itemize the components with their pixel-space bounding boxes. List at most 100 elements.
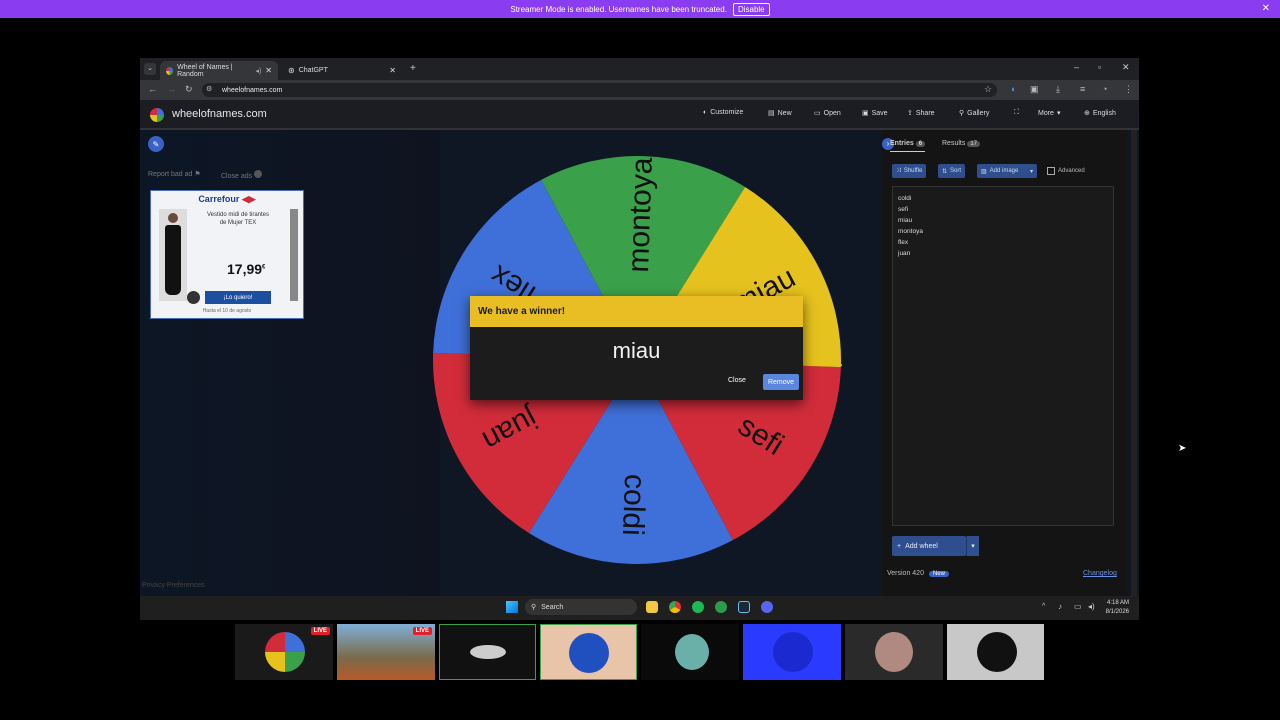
close-window-icon[interactable]: ✕ [1122,62,1130,73]
volume-icon[interactable]: ◂) [1088,602,1095,611]
taskbar-clock[interactable]: 4:18 AM 8/1/2026 [1106,599,1129,617]
tab-chatgpt[interactable]: ⊛ ChatGPT ✕ [282,61,402,80]
sort-label: Sort [950,168,962,174]
reload-icon[interactable]: ↻ [185,84,193,95]
site-header: wheelofnames.com ◐ Customize ▤ New ▭ Open ▣… [140,100,1139,130]
site-info-icon[interactable]: ⚙ [206,85,212,93]
advanced-checkbox[interactable]: Advanced [1047,167,1085,175]
tab-title: Wheel of Names | Random [177,63,233,78]
stream-thumbnail[interactable] [845,624,943,680]
clock-date: 8/1/2026 [1105,609,1129,615]
menu-gallery[interactable]: ⚲ Gallery [959,109,990,118]
file-explorer-icon[interactable] [646,601,658,613]
shuffle-icon: ⤨ [896,167,901,174]
stream-thumbnail[interactable] [743,624,841,680]
carrefour-logo-icon: ◀▶ [241,194,256,204]
windows-start-icon[interactable] [506,601,518,613]
ad-product-name: Vestido midi de tirantes de Mujer TEX [206,212,270,226]
add-wheel-dropdown-icon[interactable]: ▾ [966,536,979,556]
spotify-icon[interactable] [692,601,704,613]
url-field[interactable]: wheelofnames.com [202,83,997,97]
close-tab-icon[interactable]: ✕ [389,66,396,75]
ad-cta-button[interactable]: ¡Lo quiero! [205,291,271,304]
fullscreen-icon[interactable]: ⛶ [1014,109,1019,117]
restore-icon[interactable]: ▫ [1098,62,1101,72]
discord-icon[interactable] [761,601,773,613]
advertisement[interactable]: Carrefour ◀▶ Vestido midi de tirantes de… [150,190,304,319]
close-button[interactable]: Close [728,377,746,384]
forward-icon[interactable]: → [167,84,176,94]
avatar [470,645,506,659]
search-icon: ⚲ [959,110,965,117]
chrome-icon[interactable] [669,601,681,613]
winner-name: miau [612,338,661,363]
extensions-icon[interactable]: ▣ [1030,84,1039,95]
remove-button[interactable]: Remove [763,374,799,390]
url-text: wheelofnames.com [222,86,283,94]
stream-thumbnail[interactable] [641,624,739,680]
taskbar-search[interactable]: ⚲ Search [525,599,637,615]
profile-icon[interactable]: ◔ [1102,84,1107,94]
minimize-icon[interactable]: – [1074,62,1079,72]
disable-button[interactable]: Disable [732,2,770,16]
download-icon[interactable]: ⤓ [1056,84,1060,95]
add-image-button[interactable]: ▨ Add image ▾ [977,164,1037,178]
tray-chevron-icon[interactable]: ^ [1042,603,1045,610]
privacy-preferences-link[interactable]: Privacy Preferences [142,582,205,589]
network-icon[interactable]: ▭ [1074,602,1082,611]
speaker-icon[interactable]: ◂) [255,67,261,75]
live-badge: LIVE [412,627,432,635]
changelog-link[interactable]: Changelog [1083,570,1117,577]
menu-new[interactable]: ▤ New [768,109,792,118]
tab-results[interactable]: Results 17 [942,140,981,147]
entries-textarea[interactable]: coldi sefi miau montoya flex juan [892,186,1114,526]
extension-audio-icon[interactable]: ◖ [1010,84,1015,94]
menu-save[interactable]: ▣ Save [862,109,888,118]
ad-brand-text: Carrefour [198,194,240,204]
add-wheel-button[interactable]: + Add wheel [892,536,966,556]
stream-thumbnail[interactable] [540,624,637,680]
close-icon[interactable]: ✕ [1262,3,1270,14]
add-wheel-label: Add wheel [905,542,938,550]
results-count-badge: 17 [967,141,981,147]
microphone-icon[interactable]: ♪ [1058,602,1062,611]
stream-thumbnail[interactable]: LIVE [235,624,333,680]
menu-customize[interactable]: ◐ Customize [703,109,743,116]
site-name[interactable]: wheelofnames.com [172,108,267,120]
ad-scrollbar[interactable] [290,209,298,301]
avatar [675,634,709,670]
menu-more[interactable]: More ▾ [1038,109,1060,118]
back-icon[interactable]: ← [148,84,157,94]
menu-label: Gallery [967,109,990,117]
left-ad-column: ✎ Report bad ad ⚑ Close ads Carrefour ◀▶… [140,130,440,596]
close-ads-link[interactable]: Close ads [221,170,263,180]
palette-icon: ◐ [703,109,708,116]
tab-search-icon[interactable]: ⌄ [144,63,156,75]
version-label: Version 420 [887,570,924,577]
new-tab-icon[interactable]: + [410,63,416,74]
save-icon: ▣ [862,110,869,117]
live-badge: LIVE [310,627,330,635]
reading-list-icon[interactable]: ≡ [1080,84,1085,94]
tab-wheel-of-names[interactable]: Wheel of Names | Random ◂) ✕ [160,61,278,80]
shuffle-button[interactable]: ⤨ Shuffle [892,164,927,178]
edit-pencil-icon[interactable]: ✎ [148,136,164,152]
sort-icon: ⇅ [942,168,948,175]
menu-open[interactable]: ▭ Open [814,109,841,118]
shuffle-label: Shuffle [903,168,923,174]
xbox-icon[interactable] [715,601,727,613]
stream-thumbnail[interactable] [439,624,536,680]
report-bad-ad-link[interactable]: Report bad ad ⚑ [148,170,201,178]
steam-icon[interactable] [738,601,750,613]
menu-share[interactable]: ⇪ Share [907,109,935,118]
bookmark-star-icon[interactable]: ☆ [984,84,992,95]
stream-thumbnail[interactable]: LIVE [337,624,435,680]
page-scrollbar[interactable] [1131,130,1137,596]
tab-entries[interactable]: Entries 6 [890,140,926,152]
stream-thumbnail[interactable] [947,624,1044,680]
browser-menu-icon[interactable]: ⋮ [1124,84,1133,95]
sort-button[interactable]: ⇅ Sort [938,164,966,178]
menu-language[interactable]: ⊕ English [1084,109,1116,118]
close-tab-icon[interactable]: ✕ [265,66,272,75]
winner-dialog: We have a winner! miau Close Remove [470,296,803,400]
